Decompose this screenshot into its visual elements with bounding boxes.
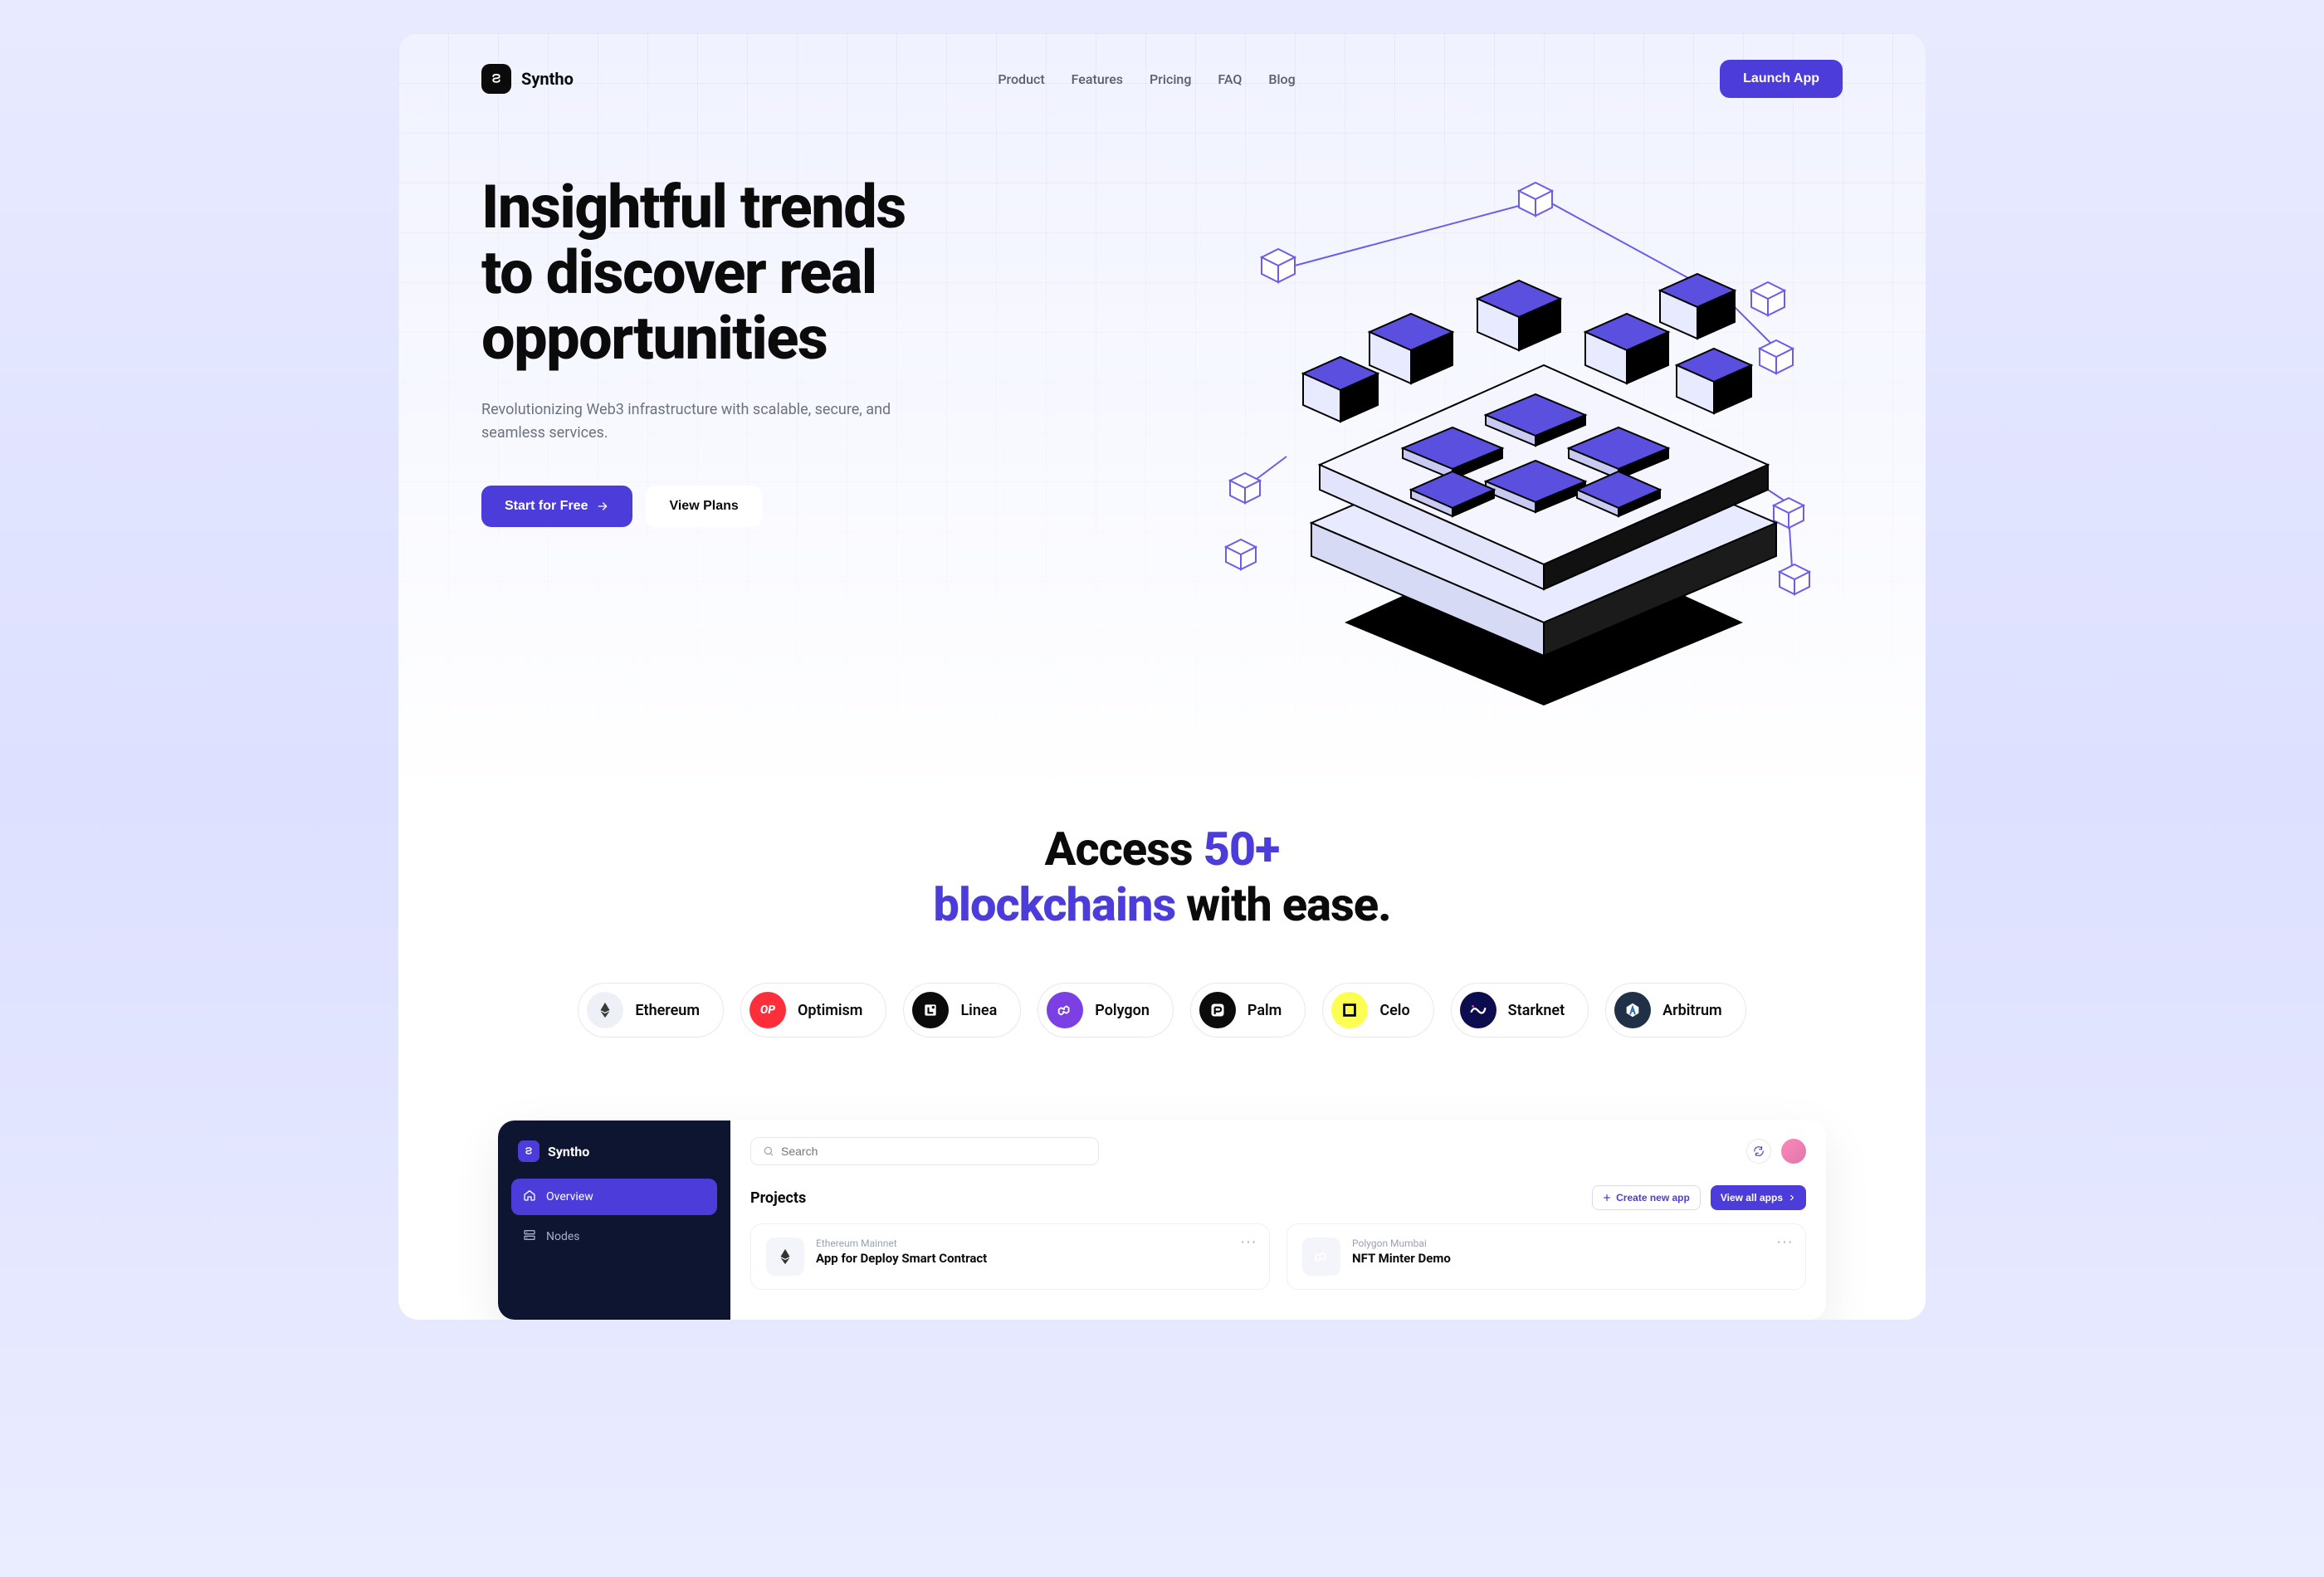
dashboard-main: Projects Create new app View all apps Et… <box>730 1120 1826 1320</box>
hero-title-line-1: Insightful trends <box>481 172 906 242</box>
start-free-button[interactable]: Start for Free <box>481 486 632 527</box>
home-icon <box>523 1189 536 1205</box>
chain-chip-palm[interactable]: Palm <box>1190 983 1306 1038</box>
sidebar-item-label: Overview <box>546 1190 593 1204</box>
hero-title-line-3: opportunities <box>481 303 827 374</box>
project-title: NFT Minter Demo <box>1352 1251 1451 1266</box>
dashboard-search[interactable] <box>750 1137 1099 1165</box>
launch-app-button[interactable]: Launch App <box>1720 60 1843 98</box>
sidebar-item-label: Nodes <box>546 1230 580 1243</box>
main-nav: Product Features Pricing FAQ Blog <box>998 71 1295 87</box>
linea-icon <box>912 992 949 1028</box>
hero-illustration <box>1179 174 1843 706</box>
eth-icon <box>766 1238 804 1276</box>
chain-chip-arbitrum[interactable]: Arbitrum <box>1605 983 1746 1038</box>
chain-chip-linea[interactable]: Linea <box>903 983 1021 1038</box>
access-title: Access 50+ blockchains with ease. <box>398 822 1926 933</box>
project-title: App for Deploy Smart Contract <box>816 1251 987 1266</box>
access-post: with ease. <box>1175 877 1390 932</box>
dashboard-logo-icon <box>518 1140 540 1162</box>
arbitrum-icon <box>1614 992 1651 1028</box>
search-icon <box>763 1145 774 1157</box>
dashboard-sidebar: Syntho Overview Nodes <box>498 1120 730 1320</box>
user-avatar[interactable] <box>1781 1139 1806 1164</box>
brand-logo[interactable]: Syntho <box>481 64 574 94</box>
celo-icon <box>1331 992 1368 1028</box>
brand-name: Syntho <box>521 69 574 89</box>
chain-chip-starknet[interactable]: Starknet <box>1451 983 1589 1038</box>
polygon-icon <box>1302 1238 1340 1276</box>
nav-pricing[interactable]: Pricing <box>1150 71 1191 87</box>
hero-subtitle: Revolutionizing Web3 infrastructure with… <box>481 398 946 447</box>
chain-chip-label: Ethereum <box>635 1002 700 1019</box>
access-accent-count: 50+ <box>1204 822 1280 876</box>
brand-logo-icon <box>481 64 511 94</box>
chain-chip-label: Linea <box>960 1002 997 1019</box>
palm-icon <box>1199 992 1236 1028</box>
arrow-right-icon <box>596 500 609 513</box>
chain-chip-label: Arbitrum <box>1662 1002 1722 1019</box>
starknet-icon <box>1460 992 1496 1028</box>
site-header: Syntho Product Features Pricing FAQ Blog… <box>398 33 1926 124</box>
project-network: Polygon Mumbai <box>1352 1238 1451 1249</box>
chain-chip-label: Celo <box>1379 1002 1409 1019</box>
access-pre: Access <box>1045 822 1204 876</box>
project-card[interactable]: Ethereum Mainnet App for Deploy Smart Con… <box>750 1223 1270 1290</box>
start-free-label: Start for Free <box>505 499 588 514</box>
nav-faq[interactable]: FAQ <box>1218 71 1242 87</box>
sidebar-item-overview[interactable]: Overview <box>511 1179 717 1215</box>
chain-chip-ethereum[interactable]: Ethereum <box>578 983 724 1038</box>
chain-chip-label: Polygon <box>1095 1002 1150 1019</box>
nav-features[interactable]: Features <box>1072 71 1123 87</box>
dashboard-logo[interactable]: Syntho <box>511 1140 717 1179</box>
nodes-icon <box>523 1228 536 1245</box>
dashboard-brand-name: Syntho <box>548 1144 589 1160</box>
project-network: Ethereum Mainnet <box>816 1238 987 1249</box>
chain-chip-optimism[interactable]: OP Optimism <box>740 983 886 1038</box>
hero-section: Insightful trends to discover real oppor… <box>398 124 1926 739</box>
dashboard-preview: Syntho Overview Nodes Projects <box>498 1120 1826 1320</box>
hero-title: Insightful trends to discover real oppor… <box>481 174 1145 372</box>
view-plans-button[interactable]: View Plans <box>646 486 761 527</box>
refresh-button[interactable] <box>1746 1139 1771 1164</box>
blockchain-chip-row: Ethereum OP Optimism Linea Polygon Palm Celo St… <box>398 933 1926 1087</box>
plus-icon <box>1603 1194 1611 1202</box>
chain-chip-label: Optimism <box>798 1002 862 1019</box>
project-card[interactable]: Polygon Mumbai NFT Minter Demo ··· <box>1286 1223 1806 1290</box>
project-menu-button[interactable]: ··· <box>1777 1234 1794 1252</box>
sidebar-item-nodes[interactable]: Nodes <box>511 1218 717 1255</box>
create-app-button[interactable]: Create new app <box>1592 1185 1701 1210</box>
create-app-label: Create new app <box>1616 1192 1690 1204</box>
hero-title-line-2: to discover real <box>481 237 876 308</box>
chain-chip-polygon[interactable]: Polygon <box>1038 983 1174 1038</box>
view-all-apps-label: View all apps <box>1721 1192 1783 1204</box>
nav-blog[interactable]: Blog <box>1268 71 1295 87</box>
optimism-icon: OP <box>749 992 786 1028</box>
ethereum-icon <box>587 992 623 1028</box>
chain-chip-celo[interactable]: Celo <box>1322 983 1433 1038</box>
chevron-right-icon <box>1788 1194 1796 1202</box>
projects-section-title: Projects <box>750 1189 806 1207</box>
access-accent-word: blockchains <box>933 877 1175 932</box>
refresh-icon <box>1753 1145 1765 1157</box>
polygon-icon <box>1047 992 1083 1028</box>
project-menu-button[interactable]: ··· <box>1241 1234 1257 1252</box>
nav-product[interactable]: Product <box>998 71 1044 87</box>
chain-chip-label: Starknet <box>1508 1002 1565 1019</box>
chain-chip-label: Palm <box>1247 1002 1282 1019</box>
view-all-apps-button[interactable]: View all apps <box>1711 1185 1806 1210</box>
dashboard-search-input[interactable] <box>781 1145 1086 1158</box>
